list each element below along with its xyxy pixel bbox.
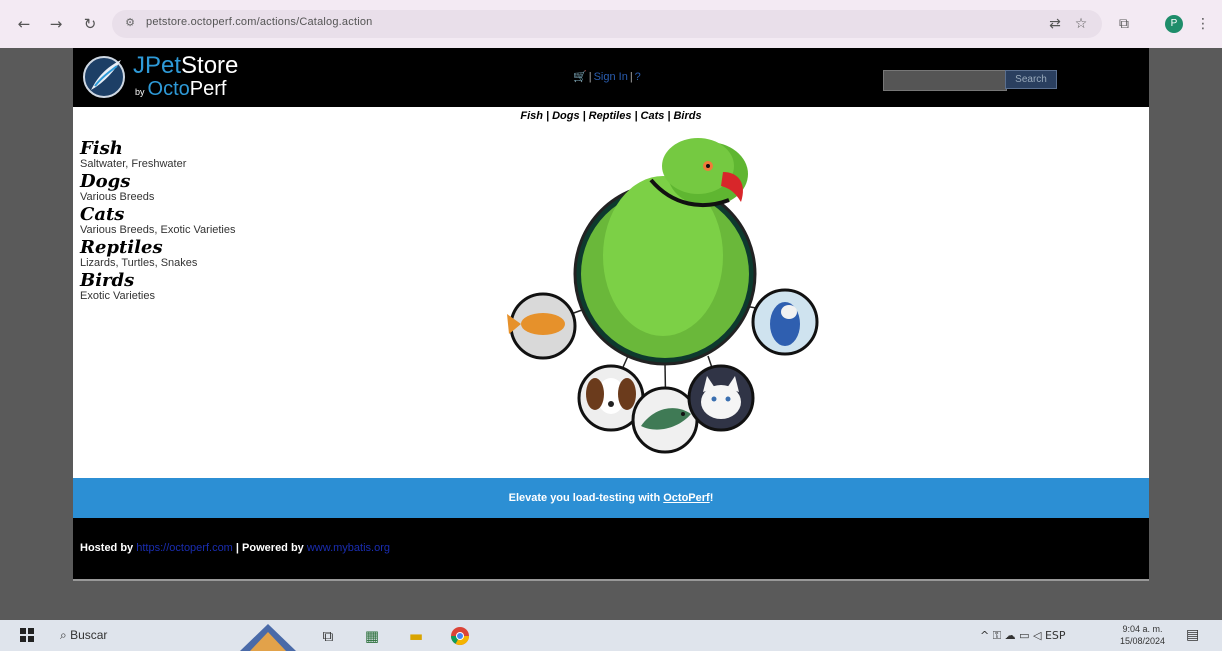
taskbar-search[interactable]: ⌕ Buscar [60, 628, 107, 643]
notification-icon[interactable]: ▤ [1186, 627, 1199, 643]
cart-icon[interactable]: 🛒 [573, 71, 587, 83]
url-text[interactable]: petstore.octoperf.com/actions/Catalog.ac… [146, 16, 372, 28]
banner-text: Elevate you load-testing with [508, 492, 664, 504]
powered-by-link[interactable]: www.mybatis.org [307, 542, 390, 554]
footer-text: Hosted by https://octoperf.com | Powered… [80, 542, 390, 554]
main-pets-image [507, 138, 819, 454]
sidebar-dogs-desc: Various Breeds [80, 191, 155, 203]
taskbar: ⌕ Buscar ⧉ ▦ ▬ ^ ⚿ ☁ ▭ ◁ ESP 9:04 a. m. … [0, 620, 1222, 651]
chrome-icon[interactable] [450, 626, 470, 646]
quicklink-cats[interactable]: Cats [641, 110, 665, 122]
sign-in-link[interactable]: Sign In [594, 71, 628, 83]
time-text: 9:04 a. m. [1122, 624, 1163, 634]
logo-octo: Octo [147, 78, 190, 100]
quicklink-birds[interactable]: Birds [673, 110, 701, 122]
search-input[interactable] [883, 70, 1007, 91]
sidebar-cats-desc: Various Breeds, Exotic Varieties [80, 224, 236, 236]
header-menu: 🛒 | Sign In |? [573, 71, 641, 83]
hosted-by-link[interactable]: https://octoperf.com [136, 542, 233, 554]
forward-icon[interactable]: → [46, 14, 66, 34]
menu-icon[interactable]: ⋮ [1194, 15, 1212, 33]
fish-image[interactable] [507, 292, 577, 360]
bird-image[interactable] [573, 138, 757, 366]
windows-start-icon[interactable] [20, 628, 34, 642]
reptile-image[interactable] [631, 386, 699, 454]
site-settings-icon[interactable]: ⚙ [122, 15, 138, 31]
banner-suffix: ! [709, 492, 714, 504]
logo-perf: Perf [189, 78, 227, 100]
help-link[interactable]: ? [635, 71, 641, 83]
tray-apps-icon[interactable]: ⚿ [993, 629, 1001, 642]
network-icon[interactable]: ▭ [1019, 629, 1029, 642]
star-icon[interactable]: ☆ [1072, 15, 1090, 33]
logo-store: Store [181, 52, 239, 79]
header: JPetStore by OctoPerf 🛒 | Sign In |? Search [73, 48, 1149, 107]
sidebar-fish-link[interactable]: Fish [80, 140, 300, 158]
task-view-icon[interactable]: ⧉ [318, 626, 338, 646]
quick-links: Fish | Dogs | Reptiles | Cats | Birds [520, 110, 702, 122]
powered-by-label: | Powered by [235, 542, 304, 554]
taskbar-clock[interactable]: 9:04 a. m. 15/08/2024 [1120, 623, 1165, 647]
sidebar-cats-link[interactable]: Cats [80, 206, 300, 224]
logo-j: J [133, 52, 145, 79]
sidebar-fish-desc: Saltwater, Freshwater [80, 158, 187, 170]
browser-toolbar: ← → ↻ ⚙ petstore.octoperf.com/actions/Ca… [0, 0, 1222, 48]
file-explorer-icon[interactable]: ▬ [406, 626, 426, 646]
taskbar-search-label: Buscar [70, 628, 108, 642]
system-tray[interactable]: ^ ⚿ ☁ ▭ ◁ ESP [980, 629, 1066, 643]
footer-divider [73, 579, 1149, 581]
category-sidebar: Fish Saltwater, Freshwater Dogs Various … [80, 140, 300, 305]
spreadsheet-app-icon[interactable]: ▦ [362, 626, 382, 646]
tray-chevron-icon[interactable]: ^ [980, 629, 989, 642]
quicklink-reptiles[interactable]: Reptiles [589, 110, 632, 122]
search-button[interactable]: Search [1005, 70, 1057, 89]
promo-banner: Elevate you load-testing with OctoPerf! [73, 478, 1149, 518]
sidebar-birds-link[interactable]: Birds [80, 272, 300, 290]
logo-pet: Pet [145, 52, 182, 79]
quicklink-fish[interactable]: Fish [520, 110, 543, 122]
language-indicator[interactable]: ESP [1045, 629, 1066, 642]
hosted-by-label: Hosted by [80, 542, 134, 554]
extensions-icon[interactable]: ⧉ [1115, 15, 1133, 33]
small-bird-image[interactable] [751, 288, 819, 356]
logo-title[interactable]: JPetStore [133, 52, 238, 80]
translate-icon[interactable]: ⇄ [1046, 15, 1064, 33]
sidebar-dogs-link[interactable]: Dogs [80, 173, 300, 191]
date-text: 15/08/2024 [1120, 636, 1166, 646]
address-bar[interactable]: ⚙ petstore.octoperf.com/actions/Catalog.… [112, 10, 1102, 38]
logo-by: by [135, 87, 145, 97]
profile-avatar[interactable]: P [1165, 15, 1183, 33]
onedrive-icon[interactable]: ☁ [1005, 629, 1016, 642]
sidebar-reptiles-link[interactable]: Reptiles [80, 239, 300, 257]
banner-octoperf-link[interactable]: OctoPerf [663, 492, 709, 504]
reload-icon[interactable]: ↻ [80, 14, 100, 34]
footer: Hosted by https://octoperf.com | Powered… [73, 518, 1149, 579]
sidebar-birds-desc: Exotic Varieties [80, 290, 155, 302]
back-icon[interactable]: ← [14, 14, 34, 34]
quicklink-dogs[interactable]: Dogs [552, 110, 580, 122]
petstore-page: JPetStore by OctoPerf 🛒 | Sign In |? Search … [73, 48, 1149, 581]
taskbar-search-icon: ⌕ [60, 628, 67, 642]
volume-icon[interactable]: ◁ [1033, 629, 1041, 642]
sidebar-reptiles-desc: Lizards, Turtles, Snakes [80, 257, 198, 269]
logo-subtitle: by OctoPerf [135, 78, 226, 101]
widget-icon[interactable] [240, 622, 296, 651]
logo-icon[interactable] [81, 54, 127, 100]
cat-image[interactable] [687, 364, 755, 432]
